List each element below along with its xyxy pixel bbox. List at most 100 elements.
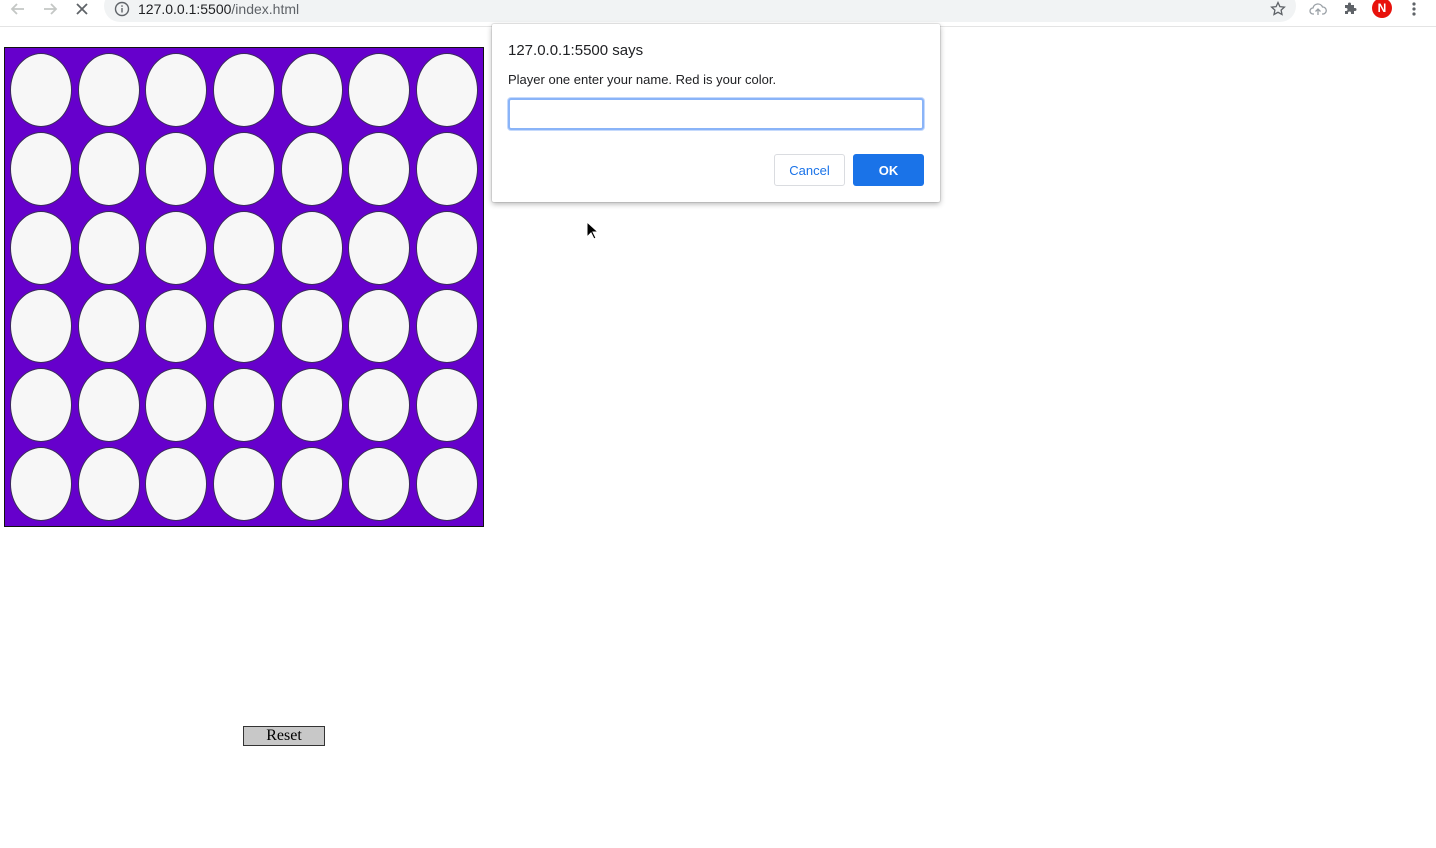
empty-slot <box>212 289 275 364</box>
empty-slot <box>348 289 411 364</box>
board-cell[interactable] <box>210 287 278 366</box>
board-cell[interactable] <box>346 287 414 366</box>
board-cell[interactable] <box>7 287 75 366</box>
board-cell[interactable] <box>413 51 481 130</box>
empty-slot <box>280 367 343 442</box>
board-cell[interactable] <box>278 444 346 523</box>
empty-slot <box>416 367 479 442</box>
board-cell[interactable] <box>75 444 143 523</box>
empty-slot <box>77 131 140 206</box>
board-cell[interactable] <box>278 130 346 209</box>
empty-slot <box>145 289 208 364</box>
empty-slot <box>416 446 479 521</box>
board-cell[interactable] <box>413 287 481 366</box>
board-cell[interactable] <box>142 287 210 366</box>
empty-slot <box>348 131 411 206</box>
url-path: /index.html <box>231 1 300 17</box>
back-arrow-icon[interactable] <box>8 0 28 18</box>
empty-slot <box>212 446 275 521</box>
browser-toolbar: 127.0.0.1:5500/index.html N <box>0 0 1436 27</box>
board-cell[interactable] <box>413 444 481 523</box>
empty-slot <box>280 131 343 206</box>
board-cell[interactable] <box>7 130 75 209</box>
empty-slot <box>145 367 208 442</box>
empty-slot <box>416 53 479 128</box>
board-cell[interactable] <box>210 366 278 445</box>
empty-slot <box>416 289 479 364</box>
empty-slot <box>77 289 140 364</box>
empty-slot <box>77 53 140 128</box>
board-cell[interactable] <box>75 287 143 366</box>
prompt-dialog: 127.0.0.1:5500 says Player one enter you… <box>492 24 940 202</box>
player-name-input[interactable] <box>508 98 924 130</box>
extensions-puzzle-icon[interactable] <box>1340 0 1360 18</box>
board-cell[interactable] <box>278 287 346 366</box>
board-cell[interactable] <box>210 51 278 130</box>
dialog-message: Player one enter your name. Red is your … <box>508 72 777 87</box>
empty-slot <box>9 289 72 364</box>
board-cell[interactable] <box>210 444 278 523</box>
avatar[interactable]: N <box>1372 0 1392 18</box>
empty-slot <box>145 446 208 521</box>
empty-slot <box>212 367 275 442</box>
empty-slot <box>9 446 72 521</box>
info-icon[interactable] <box>114 1 130 17</box>
board-cell[interactable] <box>142 366 210 445</box>
empty-slot <box>348 367 411 442</box>
board-cell[interactable] <box>75 130 143 209</box>
empty-slot <box>212 53 275 128</box>
forward-arrow-icon[interactable] <box>40 0 60 18</box>
board-cell[interactable] <box>346 444 414 523</box>
ok-button[interactable]: OK <box>853 154 924 186</box>
board-cell[interactable] <box>278 51 346 130</box>
dialog-title: 127.0.0.1:5500 says <box>508 42 644 59</box>
star-icon[interactable] <box>1268 0 1288 18</box>
game-board <box>4 47 484 527</box>
board-cell[interactable] <box>346 208 414 287</box>
board-cell[interactable] <box>278 366 346 445</box>
board-cell[interactable] <box>210 208 278 287</box>
empty-slot <box>280 210 343 285</box>
cancel-button[interactable]: Cancel <box>774 154 845 186</box>
board-cell[interactable] <box>142 51 210 130</box>
board-cell[interactable] <box>413 366 481 445</box>
stop-loading-icon[interactable] <box>72 0 92 18</box>
kebab-menu-icon[interactable] <box>1404 0 1424 18</box>
empty-slot <box>9 367 72 442</box>
url-host: 127.0.0.1:5500 <box>138 1 232 17</box>
empty-slot <box>416 210 479 285</box>
board-cell[interactable] <box>7 51 75 130</box>
empty-slot <box>280 446 343 521</box>
board-cell[interactable] <box>75 51 143 130</box>
empty-slot <box>348 210 411 285</box>
board-cell[interactable] <box>7 208 75 287</box>
board-cell[interactable] <box>7 444 75 523</box>
board-cell[interactable] <box>210 130 278 209</box>
board-cell[interactable] <box>278 208 346 287</box>
board-cell[interactable] <box>75 208 143 287</box>
empty-slot <box>145 131 208 206</box>
empty-slot <box>348 446 411 521</box>
empty-slot <box>9 131 72 206</box>
board-cell[interactable] <box>346 366 414 445</box>
board-cell[interactable] <box>346 130 414 209</box>
board-cell[interactable] <box>413 130 481 209</box>
empty-slot <box>9 210 72 285</box>
url-text[interactable]: 127.0.0.1:5500/index.html <box>138 0 299 18</box>
board-cell[interactable] <box>75 366 143 445</box>
board-cell[interactable] <box>142 208 210 287</box>
empty-slot <box>348 53 411 128</box>
board-cell[interactable] <box>142 130 210 209</box>
empty-slot <box>280 289 343 364</box>
board-cell[interactable] <box>7 366 75 445</box>
board-cell[interactable] <box>142 444 210 523</box>
board-cell[interactable] <box>346 51 414 130</box>
empty-slot <box>145 210 208 285</box>
reset-button[interactable]: Reset <box>243 726 325 746</box>
empty-slot <box>9 53 72 128</box>
board-cell[interactable] <box>413 208 481 287</box>
mouse-cursor-icon <box>586 220 600 241</box>
cloud-upload-icon[interactable] <box>1308 0 1328 18</box>
empty-slot <box>77 210 140 285</box>
empty-slot <box>77 446 140 521</box>
